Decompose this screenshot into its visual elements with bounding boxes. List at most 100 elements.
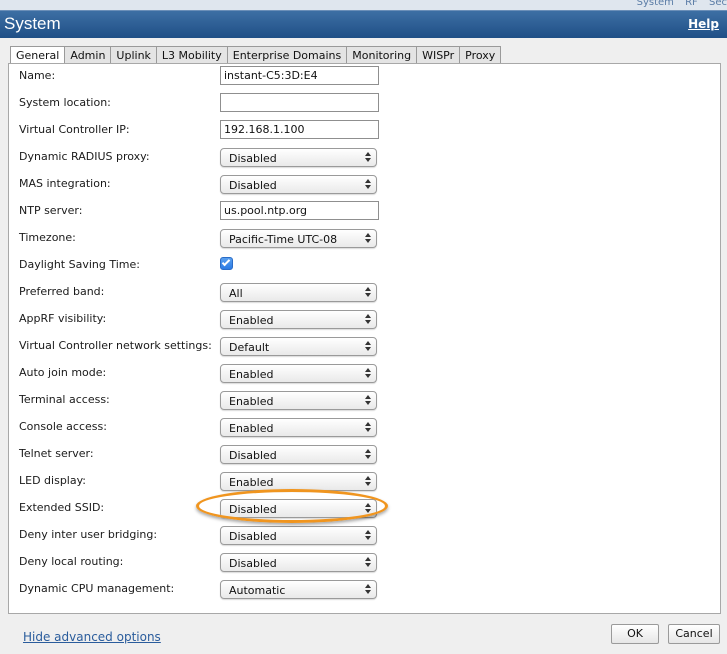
apprf-visibility-select[interactable]: Enabled xyxy=(220,310,377,329)
cancel-button[interactable]: Cancel xyxy=(668,624,720,644)
select-arrows-icon xyxy=(365,502,371,515)
tab-proxy[interactable]: Proxy xyxy=(460,46,502,64)
apprf-visibility-label: AppRF visibility: xyxy=(19,312,107,325)
led-display-select[interactable]: Enabled xyxy=(220,472,377,491)
tab-uplink[interactable]: Uplink xyxy=(111,46,157,64)
row-virtual-controller-ip: Virtual Controller IP: xyxy=(9,120,720,142)
console-access-value: Enabled xyxy=(229,422,274,435)
preferred-band-label: Preferred band: xyxy=(19,285,105,298)
checkmark-icon xyxy=(221,257,231,267)
background-nav-security[interactable]: Sec xyxy=(709,0,727,8)
mas-integration-label: MAS integration: xyxy=(19,177,111,190)
row-terminal-access: Terminal access: Enabled xyxy=(9,390,720,412)
tab-bar: General Admin Uplink L3 Mobility Enterpr… xyxy=(10,46,502,65)
ok-button[interactable]: OK xyxy=(611,624,659,644)
deny-local-routing-select[interactable]: Disabled xyxy=(220,553,377,572)
select-arrows-icon xyxy=(365,475,371,488)
led-display-value: Enabled xyxy=(229,476,274,489)
row-preferred-band: Preferred band: All xyxy=(9,282,720,304)
row-dynamic-cpu-management: Dynamic CPU management: Automatic xyxy=(9,579,720,601)
dynamic-cpu-management-label: Dynamic CPU management: xyxy=(19,582,175,595)
row-telnet-server: Telnet server: Disabled xyxy=(9,444,720,466)
dynamic-cpu-management-select[interactable]: Automatic xyxy=(220,580,377,599)
select-arrows-icon xyxy=(365,313,371,326)
vc-network-settings-value: Default xyxy=(229,341,270,354)
extended-ssid-select[interactable]: Disabled xyxy=(220,499,377,518)
system-location-label: System location: xyxy=(19,96,111,109)
virtual-controller-ip-input[interactable] xyxy=(220,120,379,139)
terminal-access-select[interactable]: Enabled xyxy=(220,391,377,410)
row-deny-local-routing: Deny local routing: Disabled xyxy=(9,552,720,574)
row-name: Name: xyxy=(9,66,720,88)
background-nav-system[interactable]: System xyxy=(637,0,674,8)
select-arrows-icon xyxy=(365,286,371,299)
select-arrows-icon xyxy=(365,421,371,434)
terminal-access-value: Enabled xyxy=(229,395,274,408)
deny-inter-user-bridging-label: Deny inter user bridging: xyxy=(19,528,158,541)
timezone-value: Pacific-Time UTC-08 xyxy=(229,233,338,246)
timezone-label: Timezone: xyxy=(19,231,76,244)
auto-join-mode-label: Auto join mode: xyxy=(19,366,107,379)
select-arrows-icon xyxy=(365,178,371,191)
tab-l3-mobility[interactable]: L3 Mobility xyxy=(156,46,228,64)
mas-integration-select[interactable]: Disabled xyxy=(220,175,377,194)
apprf-visibility-value: Enabled xyxy=(229,314,274,327)
hide-advanced-options-link[interactable]: Hide advanced options xyxy=(23,630,161,644)
row-daylight-saving-time: Daylight Saving Time: xyxy=(9,255,720,277)
timezone-select[interactable]: Pacific-Time UTC-08 xyxy=(220,229,377,248)
telnet-server-select[interactable]: Disabled xyxy=(220,445,377,464)
tab-enterprise-domains[interactable]: Enterprise Domains xyxy=(227,46,348,64)
ntp-server-input[interactable] xyxy=(220,201,379,220)
dynamic-radius-proxy-label: Dynamic RADIUS proxy: xyxy=(19,150,150,163)
background-nav: System RF Sec xyxy=(629,0,727,8)
row-extended-ssid: Extended SSID: Disabled xyxy=(9,498,720,520)
row-system-location: System location: xyxy=(9,93,720,115)
virtual-controller-ip-label: Virtual Controller IP: xyxy=(19,123,130,136)
auto-join-mode-select[interactable]: Enabled xyxy=(220,364,377,383)
dialog-titlebar: System Help xyxy=(0,10,727,38)
console-access-select[interactable]: Enabled xyxy=(220,418,377,437)
row-dynamic-radius-proxy: Dynamic RADIUS proxy: Disabled xyxy=(9,147,720,169)
deny-local-routing-value: Disabled xyxy=(229,557,277,570)
vc-network-settings-label: Virtual Controller network settings: xyxy=(19,339,212,352)
deny-inter-user-bridging-select[interactable]: Disabled xyxy=(220,526,377,545)
select-arrows-icon xyxy=(365,394,371,407)
daylight-saving-time-checkbox[interactable] xyxy=(220,257,233,270)
row-console-access: Console access: Enabled xyxy=(9,417,720,439)
background-nav-rf[interactable]: RF xyxy=(685,0,698,8)
row-auto-join-mode: Auto join mode: Enabled xyxy=(9,363,720,385)
dialog-title: System xyxy=(4,14,61,33)
row-deny-inter-user-bridging: Deny inter user bridging: Disabled xyxy=(9,525,720,547)
tab-admin[interactable]: Admin xyxy=(65,46,112,64)
row-timezone: Timezone: Pacific-Time UTC-08 xyxy=(9,228,720,250)
help-link[interactable]: Help xyxy=(688,17,719,31)
tab-monitoring[interactable]: Monitoring xyxy=(347,46,418,64)
dynamic-cpu-management-value: Automatic xyxy=(229,584,286,597)
name-input[interactable] xyxy=(220,66,379,85)
dynamic-radius-proxy-select[interactable]: Disabled xyxy=(220,148,377,167)
select-arrows-icon xyxy=(365,232,371,245)
terminal-access-label: Terminal access: xyxy=(19,393,110,406)
preferred-band-select[interactable]: All xyxy=(220,283,377,302)
telnet-server-value: Disabled xyxy=(229,449,277,462)
select-arrows-icon xyxy=(365,583,371,596)
preferred-band-value: All xyxy=(229,287,243,300)
general-settings-panel: Name: System location: Virtual Controlle… xyxy=(8,63,721,614)
auto-join-mode-value: Enabled xyxy=(229,368,274,381)
row-led-display: LED display: Enabled xyxy=(9,471,720,493)
row-ntp-server: NTP server: xyxy=(9,201,720,223)
dynamic-radius-proxy-value: Disabled xyxy=(229,152,277,165)
deny-inter-user-bridging-value: Disabled xyxy=(229,530,277,543)
vc-network-settings-select[interactable]: Default xyxy=(220,337,377,356)
background-app-strip: System RF Sec xyxy=(0,0,727,10)
select-arrows-icon xyxy=(365,367,371,380)
extended-ssid-label: Extended SSID: xyxy=(19,501,105,514)
tab-wispr[interactable]: WISPr xyxy=(417,46,461,64)
select-arrows-icon xyxy=(365,556,371,569)
extended-ssid-value: Disabled xyxy=(229,503,277,516)
system-location-input[interactable] xyxy=(220,93,379,112)
row-apprf-visibility: AppRF visibility: Enabled xyxy=(9,309,720,331)
select-arrows-icon xyxy=(365,529,371,542)
select-arrows-icon xyxy=(365,448,371,461)
row-mas-integration: MAS integration: Disabled xyxy=(9,174,720,196)
